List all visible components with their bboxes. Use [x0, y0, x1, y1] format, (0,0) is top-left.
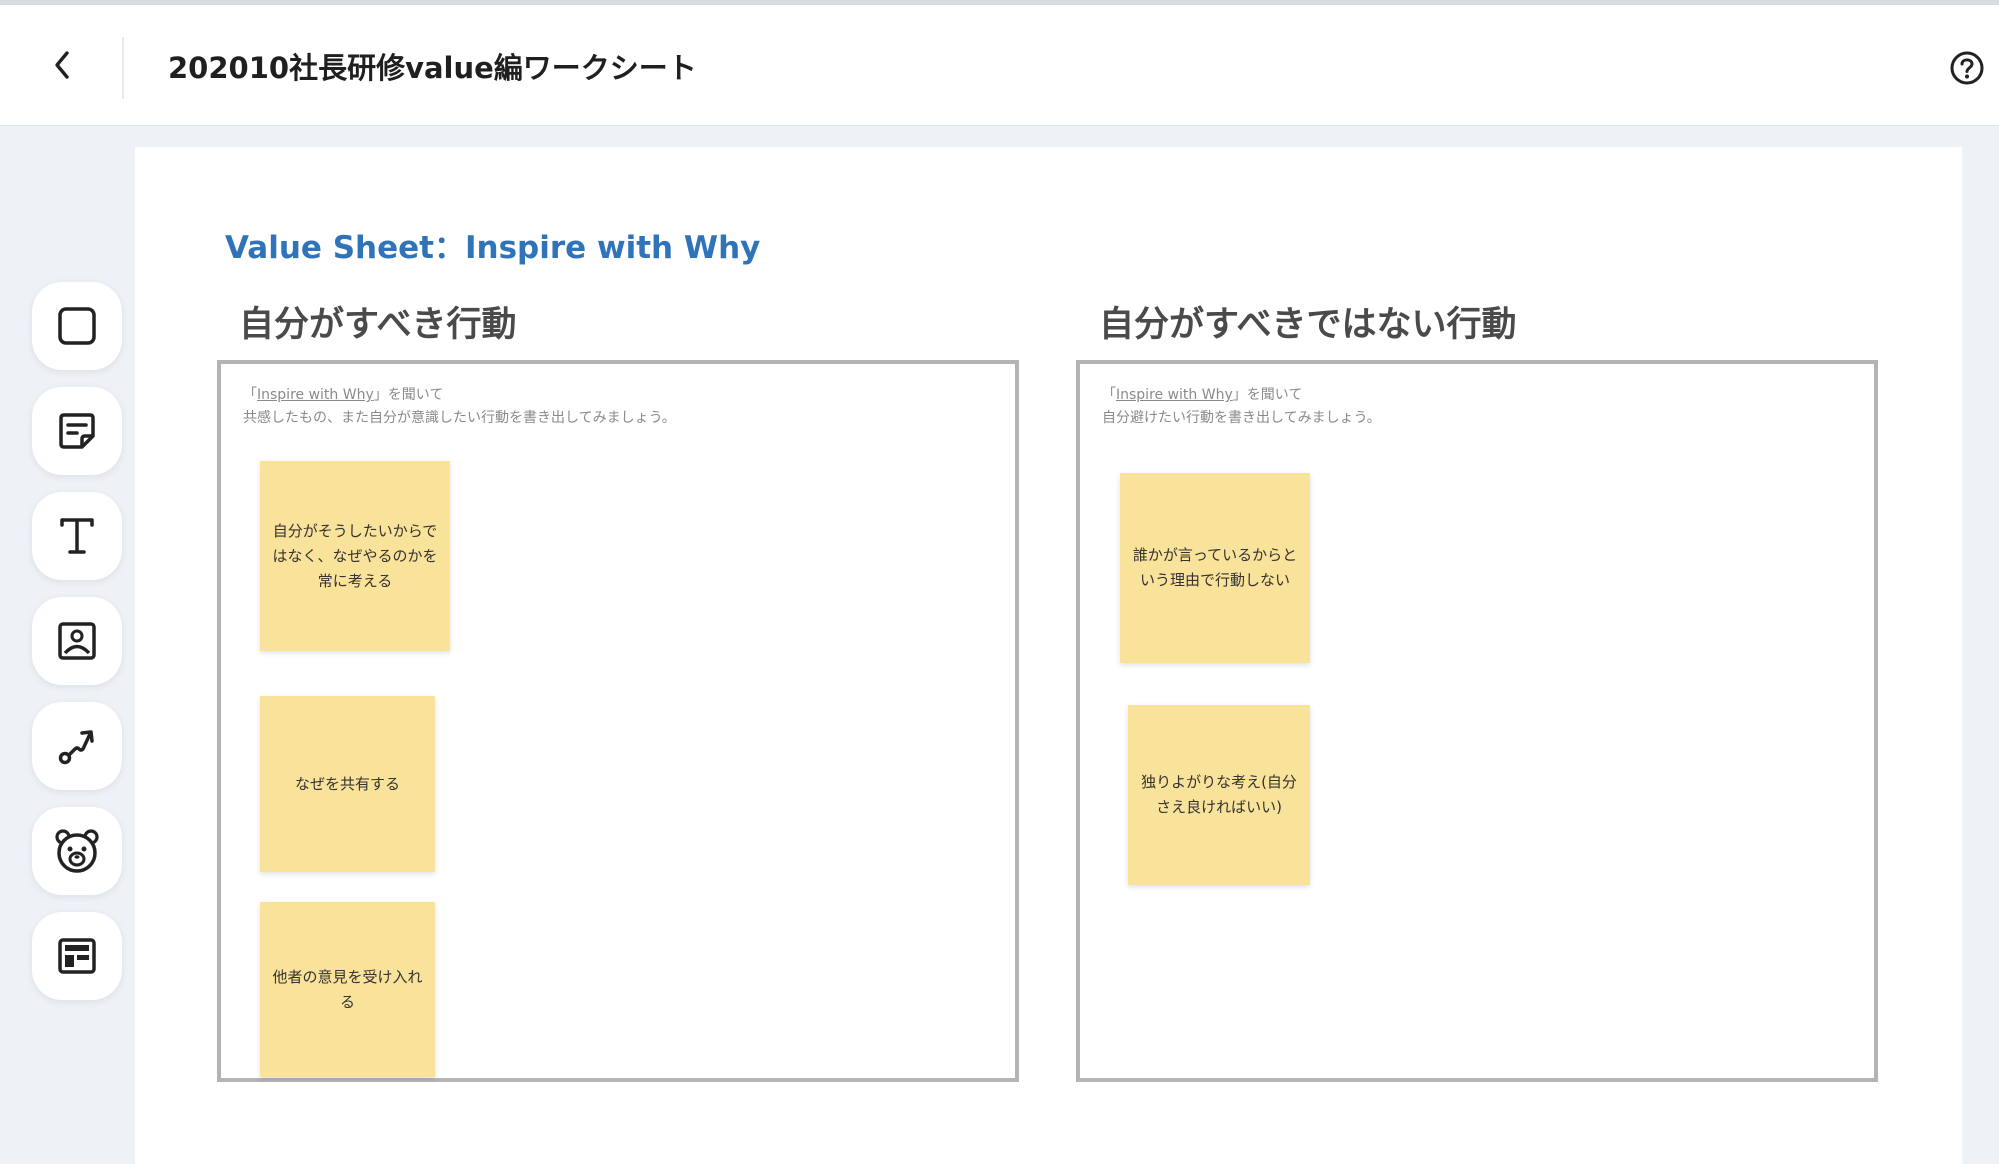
sticky-note[interactable]: なぜを共有する: [260, 696, 435, 872]
instruction-suffix: 」を聞いて: [1232, 387, 1303, 403]
image-tool-button[interactable]: [32, 597, 122, 685]
should-do-heading: 自分がすべき行動: [239, 305, 517, 345]
document-title: 202010社長研修value編ワークシート: [168, 51, 697, 85]
sticky-note[interactable]: 誰かが言っているからという理由で行動しない: [1120, 473, 1310, 663]
instruction-line2: 自分避けたい行動を書き出してみましょう。: [1102, 410, 1381, 426]
template-tool-button[interactable]: [32, 912, 122, 1000]
header-divider: [122, 37, 124, 99]
should-not-do-frame[interactable]: 「Inspire with Why」を聞いて 自分避けたい行動を書き出してみまし…: [1076, 360, 1878, 1082]
sticky-note-icon: [59, 413, 95, 449]
sticky-note[interactable]: 自分がそうしたいからではなく、なぜやるのかを常に考える: [260, 461, 450, 651]
bear-tool-button[interactable]: [32, 807, 122, 895]
template-icon: [58, 938, 96, 974]
instruction-bracket-open: 「: [1102, 387, 1116, 403]
should-do-frame[interactable]: 「Inspire with Why」を聞いて 共感したもの、また自分が意識したい…: [217, 360, 1019, 1082]
image-icon: [58, 622, 96, 660]
should-do-instructions: 「Inspire with Why」を聞いて 共感したもの、また自分が意識したい…: [243, 384, 676, 430]
sheet-title: Value Sheet：Inspire with Why: [225, 230, 761, 266]
sticky-note[interactable]: 他者の意見を受け入れる: [260, 902, 435, 1077]
back-button[interactable]: [32, 33, 92, 97]
text-icon: [60, 518, 94, 554]
shape-tool-button[interactable]: [32, 282, 122, 370]
question-circle-icon: [1950, 51, 1984, 85]
inspire-with-why-link[interactable]: Inspire with Why: [1116, 387, 1233, 403]
help-button[interactable]: [1946, 47, 1988, 89]
bear-icon: [55, 829, 99, 873]
should-not-do-instructions: 「Inspire with Why」を聞いて 自分避けたい行動を書き出してみまし…: [1102, 384, 1381, 430]
sticky-note[interactable]: 独りよがりな考え(自分さえ良ければいい): [1128, 705, 1310, 885]
connector-tool-button[interactable]: [32, 702, 122, 790]
inspire-with-why-link[interactable]: Inspire with Why: [257, 387, 374, 403]
instruction-bracket-open: 「: [243, 387, 257, 403]
should-not-do-heading: 自分がすべきではない行動: [1099, 305, 1517, 345]
chevron-left-icon: [55, 51, 69, 79]
app-header: 202010社長研修value編ワークシート: [0, 5, 1999, 126]
connector-icon: [58, 730, 94, 765]
instruction-line2: 共感したもの、また自分が意識したい行動を書き出してみましょう。: [243, 410, 676, 426]
square-icon: [58, 307, 96, 345]
instruction-suffix: 」を聞いて: [373, 387, 444, 403]
sticky-note-tool-button[interactable]: [32, 387, 122, 475]
text-tool-button[interactable]: [32, 492, 122, 580]
